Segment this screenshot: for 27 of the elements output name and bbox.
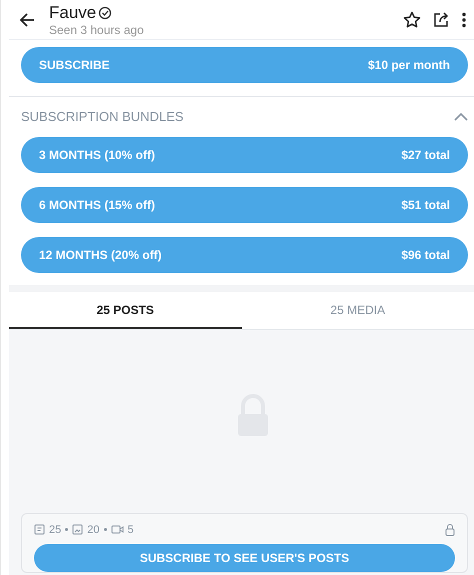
count-text: 25 (49, 524, 62, 536)
bundle-button[interactable]: 12 MONTHS (20% off) $96 total (21, 237, 468, 273)
video-icon (110, 524, 124, 535)
collapse-button[interactable] (454, 112, 468, 120)
more-button[interactable] (462, 12, 466, 28)
image-icon (72, 524, 84, 535)
subscribe-posts-button[interactable]: SUBSCRIBE TO SEE USER'S POSTS (34, 544, 455, 572)
more-icon (462, 12, 466, 28)
favorite-button[interactable] (403, 10, 421, 28)
share-icon (433, 11, 450, 28)
share-button[interactable] (433, 11, 450, 28)
profile-name: Fauve (49, 2, 96, 22)
document-icon (34, 524, 45, 535)
lock-icon (445, 523, 455, 536)
section-title: SUBSCRIPTION BUNDLES (21, 108, 184, 124)
star-icon (403, 10, 421, 28)
back-arrow-icon (19, 12, 35, 28)
count-text: 20 (87, 524, 100, 536)
subscribe-button[interactable]: SUBSCRIBE $10 per month (21, 47, 468, 83)
back-button[interactable] (19, 12, 35, 28)
separator-dot (65, 528, 68, 531)
bundle-button[interactable]: 6 MONTHS (15% off) $51 total (21, 187, 468, 223)
chevron-icon (454, 112, 468, 120)
separator-dot (104, 528, 106, 531)
count-text: 5 (128, 524, 134, 536)
last-seen-text: Seen 3 hours ago (49, 22, 145, 36)
bundle-button[interactable]: 3 MONTHS (10% off) $27 total (21, 137, 468, 173)
